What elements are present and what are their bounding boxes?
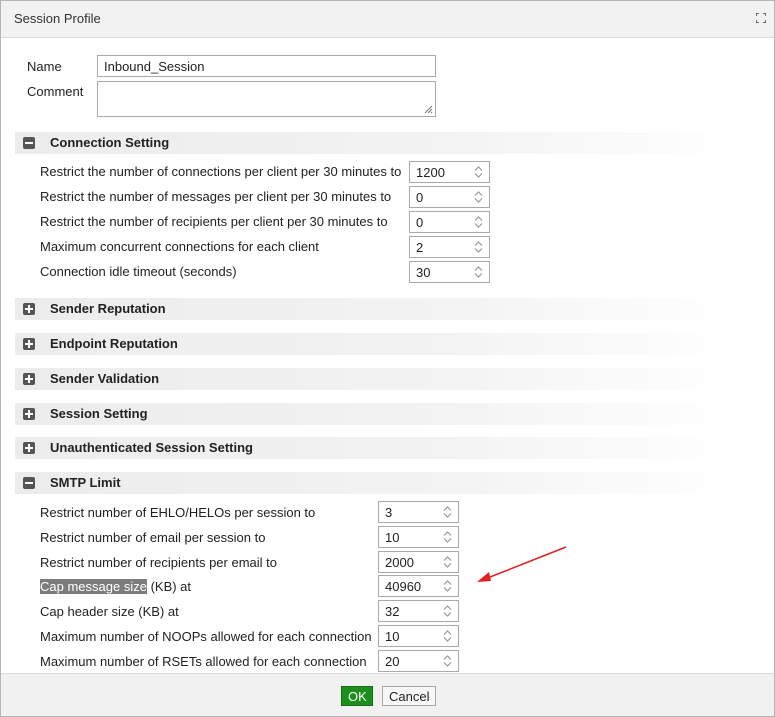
section-endpoint-reputation[interactable]: Endpoint Reputation xyxy=(15,333,735,355)
section-title: Connection Setting xyxy=(50,135,170,150)
section-title: Unauthenticated Session Setting xyxy=(50,440,253,455)
session-profile-dialog: Session Profile Name Comment Connection … xyxy=(0,0,775,717)
spinner-arrows-icon[interactable] xyxy=(473,165,484,179)
spinner-arrows-icon[interactable] xyxy=(442,505,453,519)
stepper-value: 20 xyxy=(385,654,400,669)
cap-message-size-stepper[interactable]: 40960 xyxy=(378,575,459,597)
expand-icon[interactable] xyxy=(23,338,35,350)
spinner-arrows-icon[interactable] xyxy=(473,265,484,279)
spinner-arrows-icon[interactable] xyxy=(442,579,453,593)
row-label: Cap header size (KB) at xyxy=(40,604,179,619)
messages-per-client-stepper[interactable]: 0 xyxy=(409,186,490,208)
row-label: Connection idle timeout (seconds) xyxy=(40,264,237,279)
stepper-value: 3 xyxy=(385,505,393,520)
section-title: Endpoint Reputation xyxy=(50,336,178,351)
section-sender-reputation[interactable]: Sender Reputation xyxy=(15,298,735,320)
dialog-footer: OK Cancel xyxy=(1,673,774,716)
section-connection-setting[interactable]: Connection Setting xyxy=(15,132,735,154)
recipients-per-email-stepper[interactable]: 2000 xyxy=(378,551,459,573)
spinner-arrows-icon[interactable] xyxy=(442,530,453,544)
spinner-arrows-icon[interactable] xyxy=(473,240,484,254)
stepper-value: 1200 xyxy=(416,165,445,180)
comment-label: Comment xyxy=(27,84,84,99)
stepper-value: 10 xyxy=(385,629,400,644)
expand-icon[interactable] xyxy=(23,442,35,454)
section-title: Session Setting xyxy=(50,406,148,421)
section-sender-validation[interactable]: Sender Validation xyxy=(15,368,735,390)
stepper-value: 0 xyxy=(416,215,424,230)
section-smtp-limit[interactable]: SMTP Limit xyxy=(15,472,735,494)
section-session-setting[interactable]: Session Setting xyxy=(15,403,735,425)
stepper-value: 10 xyxy=(385,530,400,545)
idle-timeout-stepper[interactable]: 30 xyxy=(409,261,490,283)
collapse-icon[interactable] xyxy=(23,137,35,149)
row-label: Restrict number of recipients per email … xyxy=(40,555,277,570)
spinner-arrows-icon[interactable] xyxy=(473,215,484,229)
resize-grip-icon[interactable] xyxy=(424,105,433,114)
ok-button[interactable]: OK xyxy=(341,686,373,706)
concurrent-connections-stepper[interactable]: 2 xyxy=(409,236,490,258)
cap-message-size-label: Cap message size (KB) at xyxy=(40,579,191,594)
cap-header-size-stepper[interactable]: 32 xyxy=(378,600,459,622)
noops-per-connection-stepper[interactable]: 10 xyxy=(378,625,459,647)
spinner-arrows-icon[interactable] xyxy=(442,629,453,643)
expand-icon[interactable] xyxy=(23,408,35,420)
row-label: Restrict number of email per session to xyxy=(40,530,266,545)
row-label: Maximum number of RSETs allowed for each… xyxy=(40,654,367,669)
name-field[interactable] xyxy=(97,55,436,77)
section-title: Sender Validation xyxy=(50,371,160,386)
label-suffix: (KB) at xyxy=(146,579,192,594)
row-label: Maximum concurrent connections for each … xyxy=(40,239,319,254)
row-label: Restrict the number of messages per clie… xyxy=(40,189,392,204)
collapse-icon[interactable] xyxy=(23,477,35,489)
row-label: Maximum number of NOOPs allowed for each… xyxy=(40,629,372,644)
cancel-button[interactable]: Cancel xyxy=(382,686,436,706)
section-unauthenticated-session-setting[interactable]: Unauthenticated Session Setting xyxy=(15,437,735,459)
annotation-arrow-icon xyxy=(477,546,567,582)
dialog-title: Session Profile xyxy=(14,11,101,26)
spinner-arrows-icon[interactable] xyxy=(442,604,453,618)
dialog-titlebar: Session Profile xyxy=(1,1,774,38)
row-label: Restrict the number of recipients per cl… xyxy=(40,214,388,229)
spinner-arrows-icon[interactable] xyxy=(473,190,484,204)
recipients-per-client-stepper[interactable]: 0 xyxy=(409,211,490,233)
spinner-arrows-icon[interactable] xyxy=(442,654,453,668)
stepper-value: 2 xyxy=(416,240,424,255)
name-label: Name xyxy=(27,59,62,74)
stepper-value: 2000 xyxy=(385,555,414,570)
email-per-session-stepper[interactable]: 10 xyxy=(378,526,459,548)
rsets-per-connection-stepper[interactable]: 20 xyxy=(378,650,459,672)
stepper-value: 30 xyxy=(416,265,431,280)
stepper-value: 32 xyxy=(385,604,400,619)
row-label: Restrict the number of connections per c… xyxy=(40,164,402,179)
section-title: Sender Reputation xyxy=(50,301,166,316)
connections-per-client-stepper[interactable]: 1200 xyxy=(409,161,490,183)
stepper-value: 40960 xyxy=(385,579,422,594)
expand-icon[interactable] xyxy=(23,373,35,385)
ehlo-per-session-stepper[interactable]: 3 xyxy=(378,501,459,523)
stepper-value: 0 xyxy=(416,190,424,205)
expand-icon[interactable] xyxy=(23,303,35,315)
row-label: Restrict number of EHLO/HELOs per sessio… xyxy=(40,505,316,520)
maximize-icon[interactable] xyxy=(756,13,766,23)
spinner-arrows-icon[interactable] xyxy=(442,555,453,569)
section-title: SMTP Limit xyxy=(50,475,121,490)
selected-text-highlight: Cap message size xyxy=(40,579,147,594)
comment-field[interactable] xyxy=(97,81,436,117)
